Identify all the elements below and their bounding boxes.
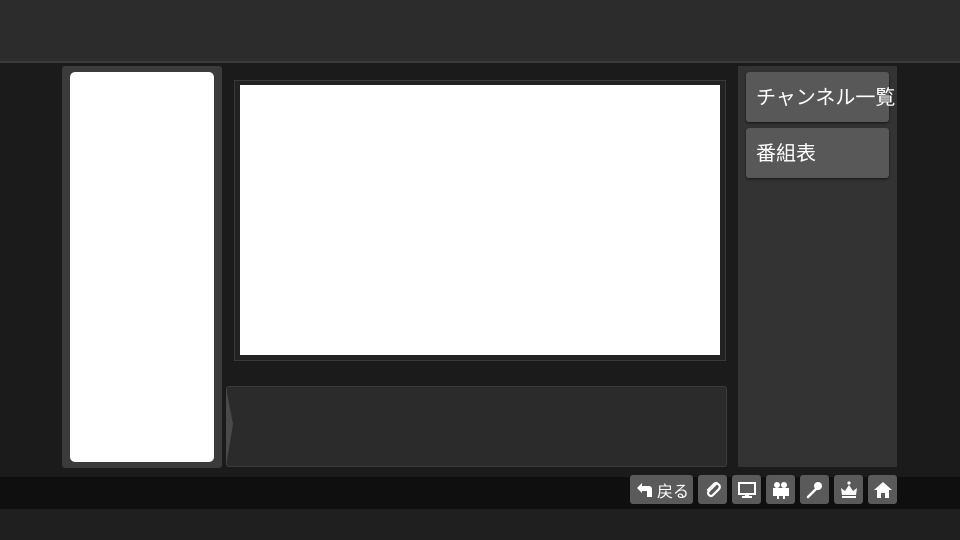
- home-icon: [873, 481, 892, 498]
- display-button[interactable]: [732, 475, 761, 504]
- crown-icon: [840, 480, 857, 498]
- paperclip-icon: [706, 481, 721, 497]
- info-expand-tab[interactable]: [224, 388, 236, 466]
- video-camera-icon: [772, 481, 789, 499]
- premium-button[interactable]: [834, 475, 863, 504]
- right-menu-panel: [738, 66, 897, 467]
- microphone-icon: [806, 481, 822, 498]
- channel-list-button[interactable]: チャンネル一覧: [746, 72, 895, 122]
- monitor-icon: [737, 481, 756, 498]
- microphone-button[interactable]: [800, 475, 829, 504]
- attachment-button[interactable]: [698, 475, 727, 504]
- back-arrow-icon: [637, 482, 652, 497]
- back-label: 戻る: [657, 481, 690, 501]
- left-panel: [70, 72, 214, 462]
- tv-screen[interactable]: [240, 85, 720, 355]
- home-button[interactable]: [868, 475, 897, 504]
- program-info-box: [226, 386, 727, 467]
- back-button[interactable]: 戻る: [630, 475, 693, 504]
- program-guide-button[interactable]: 番組表: [746, 128, 889, 178]
- recording-button[interactable]: [766, 475, 795, 504]
- top-bar: [0, 0, 960, 63]
- bottom-base-bar: [0, 509, 960, 540]
